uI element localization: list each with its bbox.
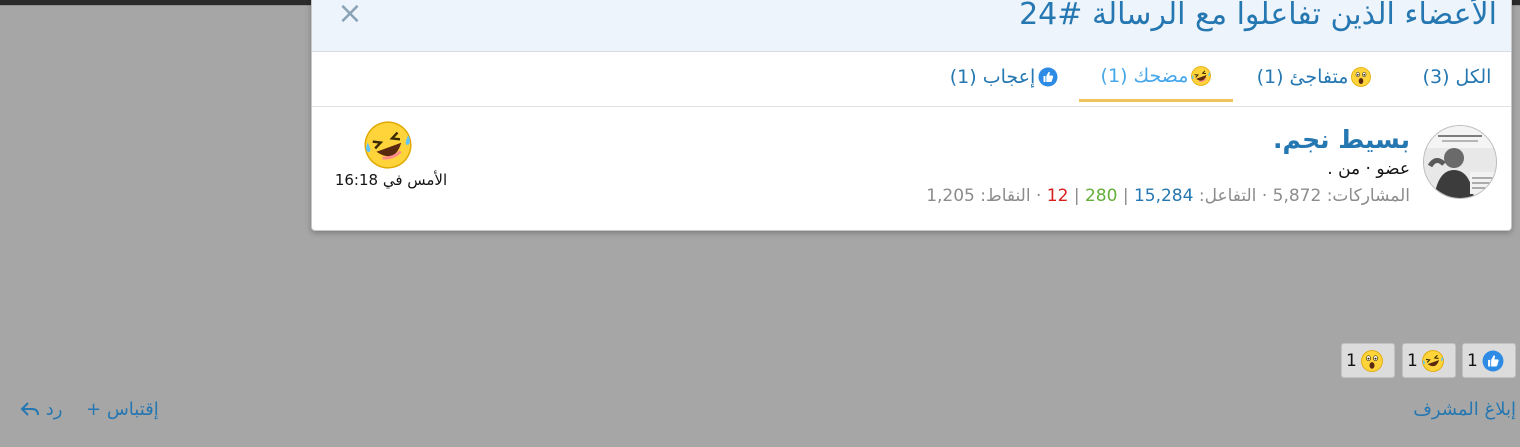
reaction-tabs: الكل (3) متفاجئ (1) مضحك (1) إعجاب (1) [312, 52, 1511, 107]
reaction-summary-haha[interactable]: 1 [1402, 343, 1456, 378]
haha-emoji-icon [1421, 349, 1444, 372]
member-info: عضو · من . [1327, 159, 1410, 179]
report-moderator-link[interactable]: إبلاغ المشرف [1413, 399, 1516, 420]
chip-count: 1 [1346, 350, 1357, 371]
close-icon[interactable]: × [336, 0, 364, 29]
reaction-timestamp: الأمس في 16:18 [334, 171, 448, 189]
reaction-summary-wow[interactable]: 1 [1341, 343, 1395, 378]
posts-label: المشاركات: [1326, 186, 1410, 206]
avatar[interactable] [1423, 125, 1497, 199]
tab-like-label: إعجاب (1) [949, 66, 1036, 88]
tab-wow-label: متفاجئ (1) [1256, 66, 1349, 88]
plus-icon: + [86, 399, 102, 420]
chip-count: 1 [1467, 350, 1478, 371]
reply-label: رد [45, 399, 63, 420]
member-stats: المشاركات: 5,872 · التفاعل: 15,284 | 280… [926, 186, 1410, 206]
member-name-link[interactable]: بسيط نجم. [1273, 125, 1410, 154]
stats-separator: · [1261, 186, 1268, 206]
reactions-value: 15,284 [1133, 186, 1194, 206]
reactions-modal: الأعضاء الذين تفاعلوا مع الرسالة #24 × ا… [311, 0, 1512, 231]
tab-haha-label: مضحك (1) [1100, 64, 1189, 87]
wow-emoji-icon [1360, 349, 1383, 372]
tab-all[interactable]: الكل (3) [1417, 52, 1497, 102]
tab-haha[interactable]: مضحك (1) [1079, 52, 1233, 102]
tab-like[interactable]: إعجاب (1) [935, 52, 1073, 102]
tab-all-label: الكل (3) [1422, 66, 1492, 88]
like-thumbs-up-icon [1482, 350, 1504, 371]
avatar-image [1424, 126, 1496, 198]
haha-emoji-icon [364, 121, 412, 169]
stats-bar: | [1073, 186, 1080, 206]
haha-emoji-icon [1191, 65, 1212, 86]
modal-title: الأعضاء الذين تفاعلوا مع الرسالة #24 [1019, 0, 1497, 32]
chip-count: 1 [1407, 350, 1418, 371]
like-thumbs-up-icon [1038, 67, 1058, 87]
points-label: النقاط: [980, 186, 1031, 206]
points-value: 1,205 [926, 186, 975, 206]
tab-wow[interactable]: متفاجئ (1) [1239, 52, 1389, 102]
quote-button[interactable]: إقتباس + [86, 399, 159, 420]
wow-emoji-icon [1351, 67, 1372, 87]
reply-button[interactable]: رد [20, 399, 62, 420]
positive-value: 280 [1084, 186, 1118, 206]
posts-value: 5,872 [1272, 186, 1322, 206]
reaction-summary-like[interactable]: 1 [1462, 343, 1516, 378]
reply-arrow-icon [20, 402, 39, 416]
modal-header: الأعضاء الذين تفاعلوا مع الرسالة #24 × [312, 0, 1511, 52]
negative-value: 12 [1046, 186, 1069, 206]
stats-separator: · [1035, 186, 1042, 206]
reactions-label: التفاعل: [1198, 186, 1257, 206]
stats-bar: | [1122, 186, 1129, 206]
quote-label: إقتباس [106, 399, 159, 420]
